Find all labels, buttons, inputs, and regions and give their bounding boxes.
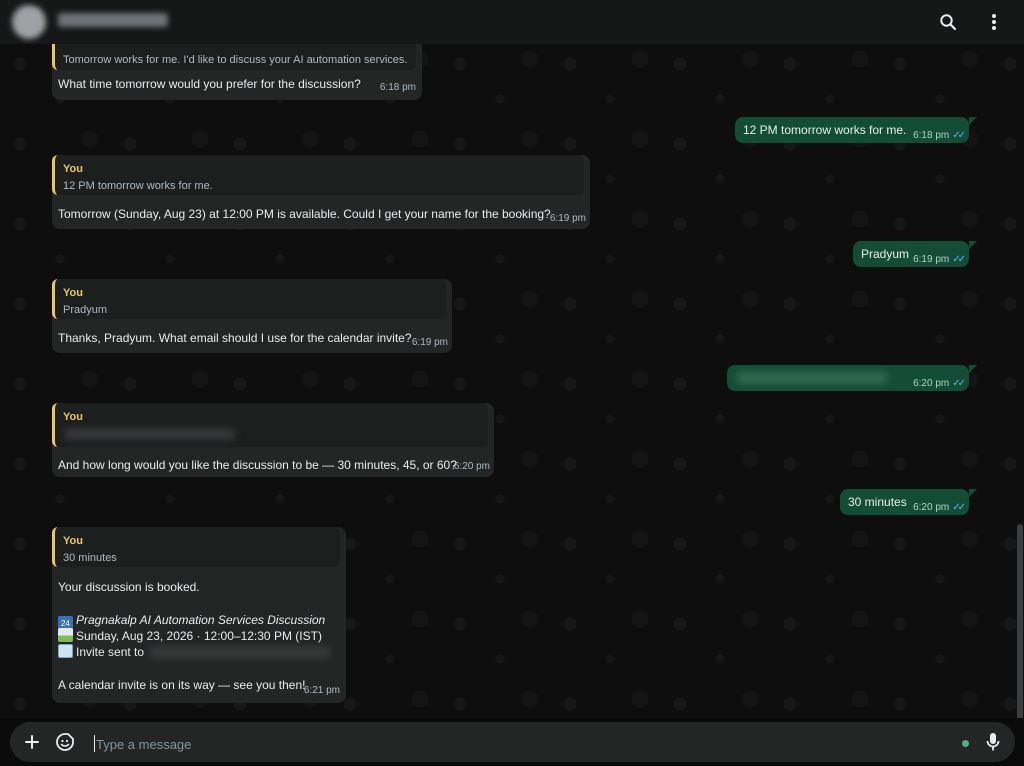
message-text: 30 minutes [848, 495, 907, 509]
message-text: Pradyum [861, 247, 910, 261]
quote-author: You [63, 411, 83, 423]
outgoing-message[interactable]: 30 minutes 6:20 pm ✓✓ [840, 489, 969, 515]
quoted-reply[interactable]: You 12 PM tomorrow works for me. [52, 155, 584, 195]
sticker-icon[interactable] [54, 731, 76, 753]
bubble-tail [969, 241, 977, 249]
envelope-icon [58, 644, 73, 658]
incoming-message[interactable]: Tomorrow works for me. I'd like to discu… [52, 44, 422, 100]
contact-name-redacted[interactable] [58, 13, 168, 27]
message-text: Thanks, Pradyum. What email should I use… [58, 331, 412, 345]
more-vertical-icon[interactable] [982, 10, 1006, 34]
bubble-tail [969, 117, 977, 125]
quote-author: You [63, 163, 83, 175]
incoming-message[interactable]: You 12 PM tomorrow works for me. Tomorro… [52, 155, 590, 229]
double-check-icon: ✓✓ [952, 254, 966, 265]
quoted-reply[interactable]: Tomorrow works for me. I'd like to discu… [52, 44, 416, 70]
date-icon [58, 628, 73, 642]
message-time: 6:18 pm [913, 130, 950, 141]
message-text: What time tomorrow would you prefer for … [58, 77, 361, 91]
scrollbar[interactable] [1017, 524, 1023, 718]
message-time: 6:18 pm [379, 82, 416, 93]
quoted-reply[interactable]: You [52, 403, 488, 447]
quote-author: You [63, 535, 83, 547]
double-check-icon: ✓✓ [952, 130, 966, 141]
message-time: 6:19 pm [549, 213, 586, 224]
message-list[interactable]: Tomorrow works for me. I'd like to discu… [0, 44, 1024, 718]
quote-text: 30 minutes [63, 552, 117, 564]
message-time: 6:20 pm [913, 502, 950, 513]
text-caret [94, 735, 95, 752]
closing-text: A calendar invite is on its way — see yo… [58, 678, 306, 692]
quote-text: Pradyum [63, 304, 108, 316]
event-title: Pragnakalp AI Automation Services Discus… [76, 613, 326, 627]
booking-confirmation: Your discussion is booked. [58, 580, 200, 594]
outgoing-message[interactable]: 12 PM tomorrow works for me. 6:18 pm ✓✓ [735, 117, 969, 143]
outgoing-message[interactable]: Pradyum 6:19 pm ✓✓ [853, 241, 969, 267]
message-time: 6:20 pm [453, 461, 490, 472]
redacted-quote-text [65, 429, 235, 439]
double-check-icon: ✓✓ [952, 378, 966, 389]
message-time: 6:19 pm [913, 254, 950, 265]
message-time: 6:21 pm [303, 685, 340, 696]
bubble-tail [969, 489, 977, 497]
quote-author: You [63, 287, 83, 299]
message-time: 6:20 pm [913, 378, 950, 389]
status-dot [962, 740, 969, 747]
message-input[interactable]: Type a message [96, 737, 191, 752]
message-time: 6:19 pm [411, 337, 448, 348]
invite-text: Invite sent to [76, 645, 145, 659]
message-text: Tomorrow (Sunday, Aug 23) at 12:00 PM is… [58, 207, 551, 221]
incoming-message[interactable]: You Pradyum Thanks, Pradyum. What email … [52, 279, 452, 353]
message-text: And how long would you like the discussi… [58, 458, 457, 472]
search-icon[interactable] [936, 10, 960, 34]
quoted-reply[interactable]: You Pradyum [52, 279, 446, 319]
event-time: Sunday, Aug 23, 2026 · 12:00–12:30 PM (I… [76, 629, 322, 643]
incoming-message[interactable]: You 30 minutes Your discussion is booked… [52, 527, 346, 703]
composer: Type a message [0, 718, 1024, 766]
incoming-message[interactable]: You And how long would you like the disc… [52, 403, 494, 477]
outgoing-message[interactable]: 6:20 pm ✓✓ [727, 365, 969, 391]
quote-text: Tomorrow works for me. I'd like to discu… [63, 54, 408, 66]
redacted-email [737, 372, 887, 384]
plus-icon[interactable] [22, 732, 42, 752]
bubble-tail [969, 365, 977, 373]
message-text: 12 PM tomorrow works for me. [743, 123, 907, 137]
quote-text: 12 PM tomorrow works for me. [63, 180, 213, 192]
double-check-icon: ✓✓ [952, 502, 966, 513]
contact-avatar[interactable] [12, 5, 46, 39]
message-input-bar[interactable]: Type a message [10, 722, 1015, 762]
microphone-icon[interactable] [982, 731, 1004, 753]
quoted-reply[interactable]: You 30 minutes [52, 527, 340, 567]
chat-header [0, 0, 1024, 44]
redacted-email [150, 647, 330, 658]
